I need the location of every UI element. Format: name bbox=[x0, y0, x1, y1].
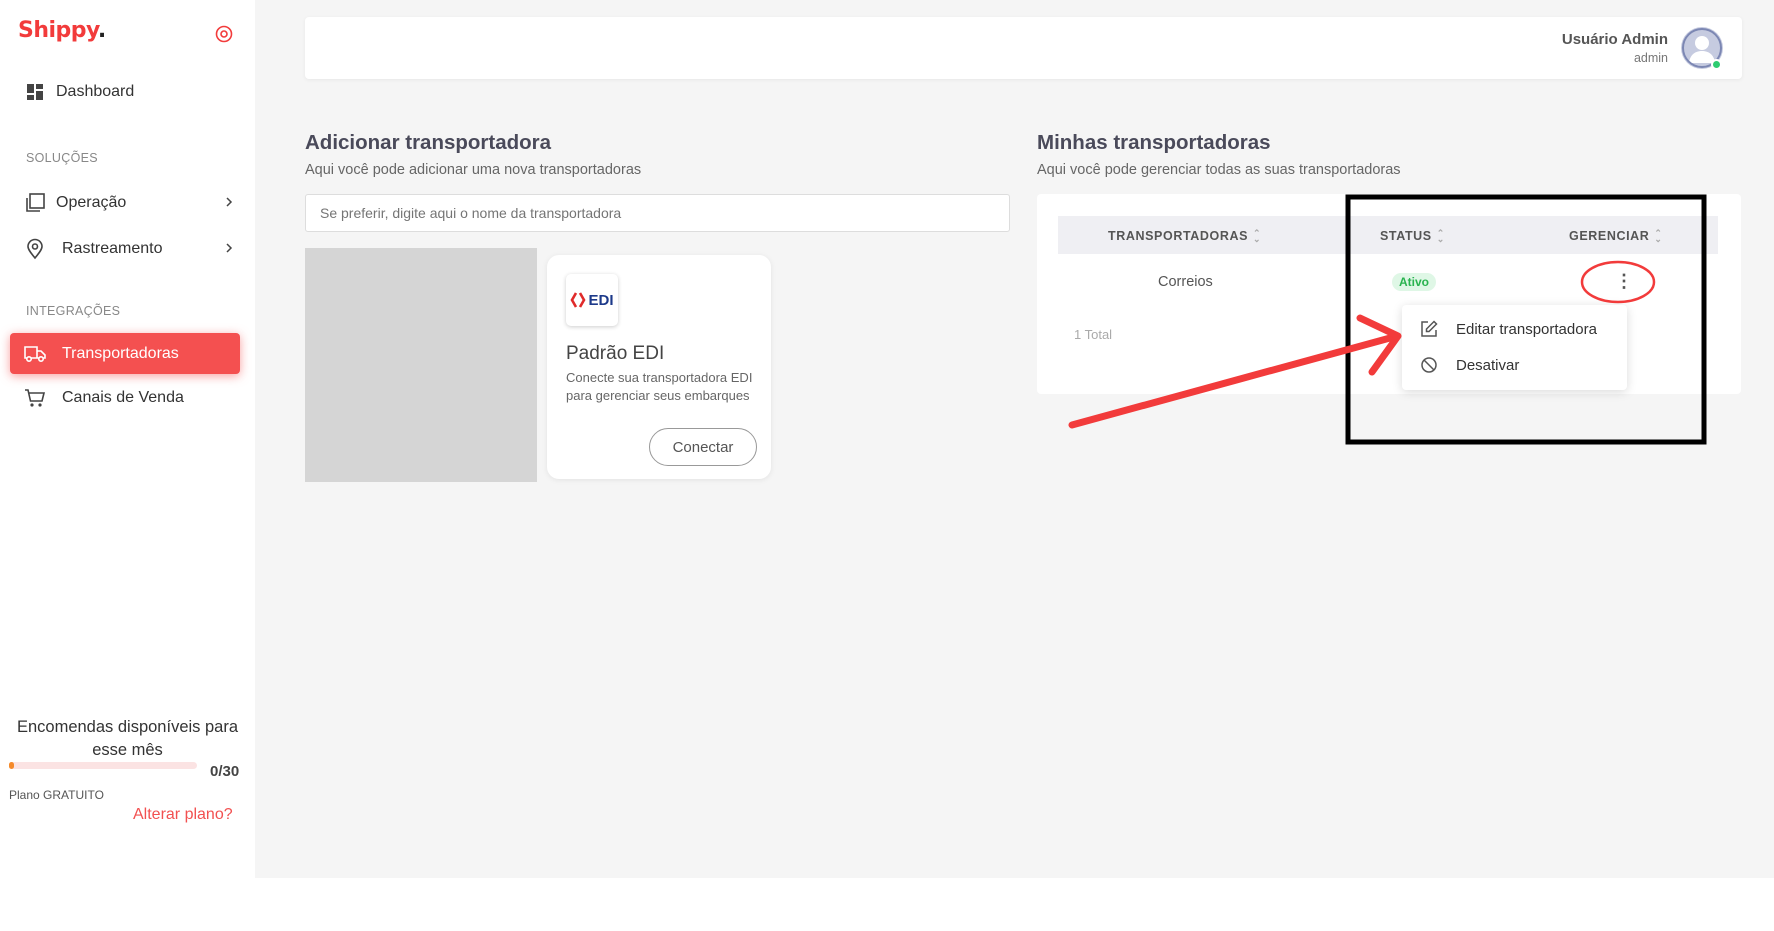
add-section-subtitle: Aqui você pode adicionar uma nova transp… bbox=[305, 162, 642, 178]
manage-dropdown-menu: Editar transportadora Desativar bbox=[1402, 305, 1627, 390]
quota-count: 0/30 bbox=[210, 763, 240, 780]
column-header-gerenciar[interactable]: GERENCIAR ⌃ ⌄ bbox=[1569, 228, 1663, 244]
truck-icon bbox=[24, 343, 46, 365]
my-section-subtitle: Aqui você pode gerenciar todas as suas t… bbox=[1037, 162, 1401, 178]
sidebar-item-label: Rastreamento bbox=[62, 240, 163, 257]
cart-icon bbox=[24, 387, 46, 409]
sort-icon: ⌃ ⌄ bbox=[1253, 228, 1262, 244]
edi-card-title: Padrão EDI bbox=[566, 343, 665, 364]
sidebar: Shippy. Dashboard SOLUÇÕES Operação Rast… bbox=[0, 0, 255, 878]
section-label-integracoes: INTEGRAÇÕES bbox=[26, 304, 121, 318]
location-pin-icon bbox=[24, 238, 46, 260]
sidebar-item-dashboard[interactable]: Dashboard bbox=[24, 79, 134, 105]
sidebar-item-label: Transportadoras bbox=[62, 344, 179, 362]
sidebar-item-operacao[interactable]: Operação bbox=[24, 190, 233, 216]
table-total: 1 Total bbox=[1074, 327, 1113, 342]
menu-item-edit-carrier[interactable]: Editar transportadora bbox=[1420, 319, 1597, 339]
carrier-image-placeholder bbox=[305, 248, 537, 482]
column-header-transportadoras[interactable]: TRANSPORTADORAS ⌃ ⌄ bbox=[1108, 228, 1262, 244]
sidebar-item-canais-de-venda[interactable]: Canais de Venda bbox=[24, 385, 184, 411]
sidebar-item-label: Operação bbox=[56, 194, 127, 211]
connect-button[interactable]: Conectar bbox=[649, 428, 757, 466]
my-section-title: Minhas transportadoras bbox=[1037, 131, 1271, 154]
quota-progress-fill bbox=[9, 762, 14, 769]
add-section-title: Adicionar transportadora bbox=[305, 131, 552, 154]
quota-title: Encomendas disponíveis para esse mês bbox=[16, 718, 239, 759]
sidebar-item-label: Dashboard bbox=[56, 83, 135, 100]
menu-item-label: Editar transportadora bbox=[1456, 320, 1597, 338]
sort-icon: ⌃ ⌄ bbox=[1654, 228, 1663, 244]
dashboard-icon bbox=[24, 81, 46, 103]
carriers-table: TRANSPORTADORAS ⌃ ⌄ STATUS ⌃ ⌄ GERENCIAR ⌃ ⌄ C… bbox=[1037, 194, 1741, 394]
chevron-right-icon bbox=[226, 197, 233, 207]
sidebar-item-rastreamento[interactable]: Rastreamento bbox=[24, 236, 233, 262]
table-header: TRANSPORTADORAS ⌃ ⌄ STATUS ⌃ ⌄ GERENCIAR ⌃ ⌄ bbox=[1058, 216, 1718, 254]
menu-item-label: Desativar bbox=[1456, 356, 1520, 374]
edi-logo: EDI bbox=[566, 274, 618, 326]
sidebar-item-label: Canais de Venda bbox=[62, 389, 184, 406]
carrier-name-cell: Correios bbox=[1158, 274, 1213, 290]
copy-icon bbox=[24, 192, 46, 214]
carrier-search-input[interactable] bbox=[305, 194, 1010, 232]
menu-item-deactivate[interactable]: Desativar bbox=[1420, 355, 1519, 375]
more-options-icon[interactable]: ⋮ bbox=[1609, 266, 1639, 296]
online-status-dot bbox=[1711, 59, 1722, 70]
app-logo[interactable]: Shippy. bbox=[18, 18, 106, 43]
plan-label: Plano GRATUITO bbox=[9, 788, 104, 802]
section-label-solucoes: SOLUÇÕES bbox=[26, 151, 98, 165]
target-icon[interactable] bbox=[215, 25, 233, 43]
column-header-status[interactable]: STATUS ⌃ ⌄ bbox=[1380, 228, 1445, 244]
user-role: admin bbox=[1633, 51, 1668, 65]
topbar: Usuário Admin admin bbox=[305, 17, 1742, 79]
edi-card-description: Conecte sua transportadora EDI para gere… bbox=[566, 370, 753, 403]
quota-progress-bar bbox=[9, 762, 197, 769]
user-name[interactable]: Usuário Admin bbox=[1562, 31, 1668, 48]
edit-icon bbox=[1420, 319, 1440, 339]
block-icon bbox=[1420, 355, 1440, 375]
edi-carrier-card: EDI Padrão EDI Conecte sua transportador… bbox=[547, 255, 771, 479]
change-plan-link[interactable]: Alterar plano? bbox=[133, 806, 233, 824]
status-badge: Ativo bbox=[1392, 273, 1436, 291]
sidebar-item-transportadoras[interactable]: Transportadoras bbox=[10, 333, 240, 374]
sort-icon: ⌃ ⌄ bbox=[1436, 228, 1445, 244]
chevron-right-icon bbox=[226, 243, 233, 253]
